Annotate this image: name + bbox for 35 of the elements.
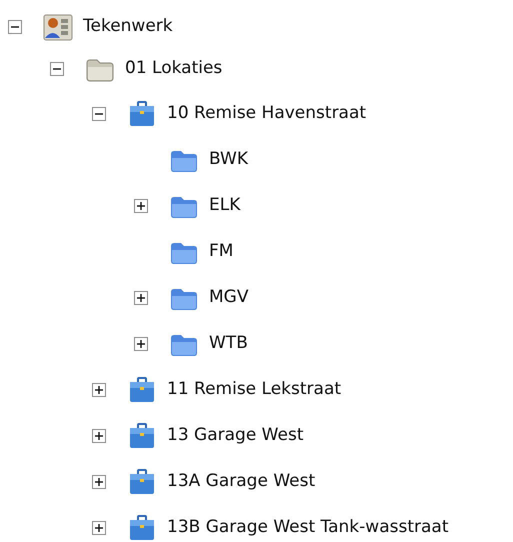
briefcase-icon <box>127 422 157 450</box>
expand-toggle[interactable] <box>134 337 148 351</box>
tree-item-label[interactable]: Tekenwerk <box>83 14 173 40</box>
tree-item-label[interactable]: FM <box>209 239 234 265</box>
tree-item-label[interactable]: ELK <box>209 193 240 219</box>
collapse-toggle[interactable] <box>92 106 106 120</box>
tree-item-label[interactable]: MGV <box>209 285 248 311</box>
expand-toggle[interactable] <box>134 199 148 213</box>
plus-icon <box>137 294 145 302</box>
plus-icon <box>137 340 145 348</box>
expand-toggle[interactable] <box>92 521 106 535</box>
tree-item-label[interactable]: WTB <box>209 331 248 357</box>
plus-icon <box>95 432 103 440</box>
plus-icon <box>95 524 103 532</box>
tree-item-label[interactable]: BWK <box>209 147 248 173</box>
tree-item-label[interactable]: 13 Garage West <box>167 423 304 449</box>
plus-icon <box>95 386 103 394</box>
briefcase-icon <box>127 468 157 496</box>
expand-toggle[interactable] <box>134 291 148 305</box>
plus-icon <box>137 202 145 210</box>
expand-toggle[interactable] <box>92 475 106 489</box>
tree-item-label[interactable]: 10 Remise Havenstraat <box>167 100 366 126</box>
tree-item-label[interactable]: 13B Garage West Tank-wasstraat <box>167 515 448 541</box>
tree-item-label[interactable]: 13A Garage West <box>167 469 316 495</box>
tree-item-label[interactable]: 01 Lokaties <box>125 56 222 82</box>
collapse-toggle[interactable] <box>50 62 64 76</box>
tree-item-label[interactable]: 11 Remise Lekstraat <box>167 377 342 403</box>
collapse-toggle[interactable] <box>8 20 22 34</box>
briefcase-icon <box>127 100 157 128</box>
contact-card-icon <box>43 13 73 41</box>
expand-toggle[interactable] <box>92 429 106 443</box>
briefcase-icon <box>127 514 157 542</box>
briefcase-icon <box>127 376 157 404</box>
plus-icon <box>95 478 103 486</box>
expand-toggle[interactable] <box>92 383 106 397</box>
